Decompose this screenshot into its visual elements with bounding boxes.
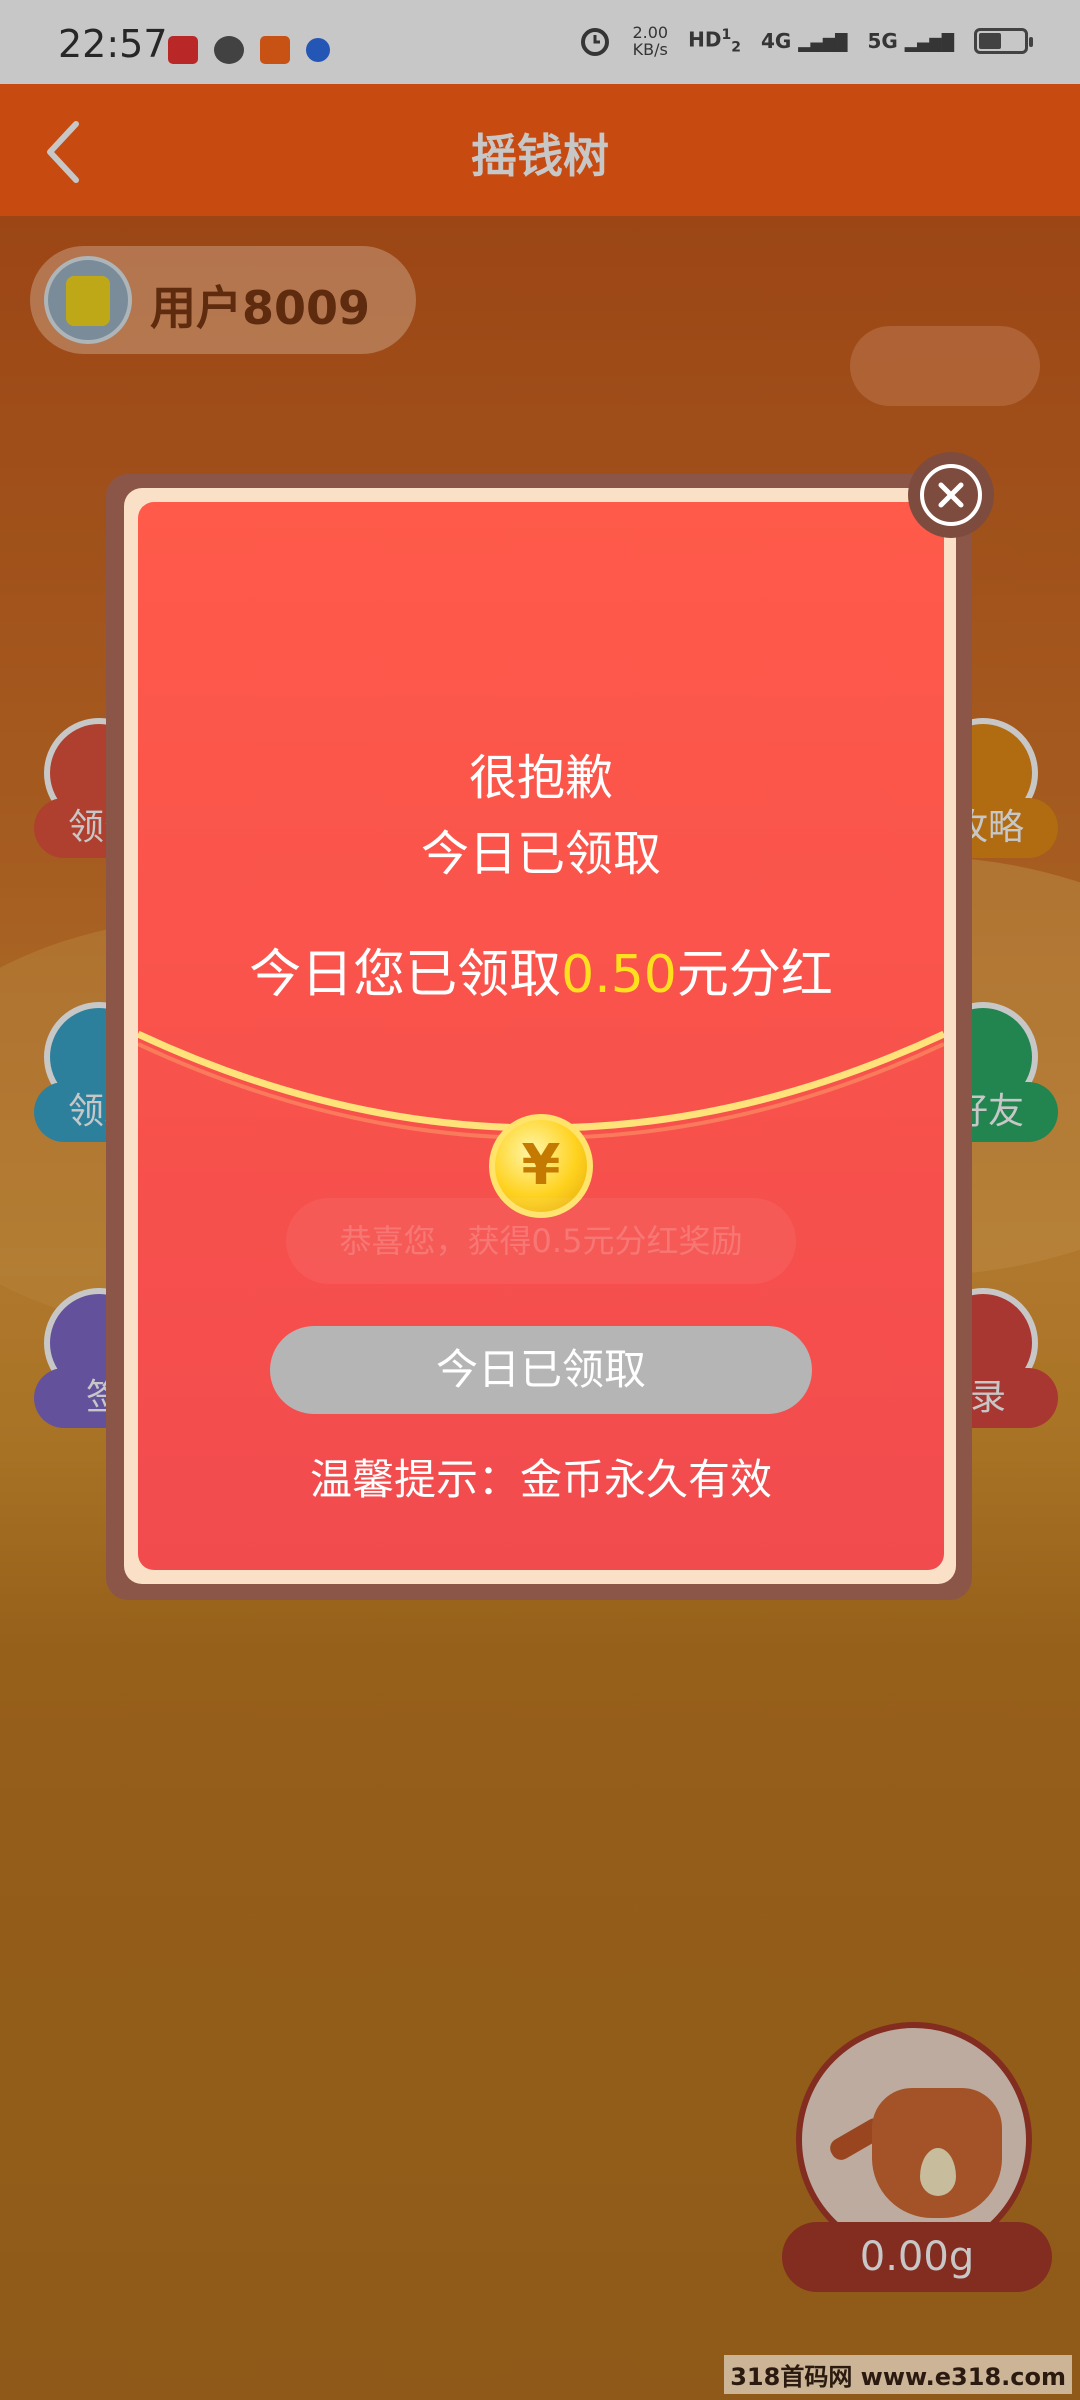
tip-text: 温馨提示：金币永久有效: [309, 1455, 772, 1504]
modal-message-sorry: 很抱歉: [468, 750, 613, 806]
modal-message-claimed: 今日已领取: [420, 826, 661, 882]
amount-prefix: 今日您已领取: [249, 945, 562, 1005]
claimed-button[interactable]: 今日已领取: [270, 1326, 812, 1414]
watermark: 318首码网 www.e318.com: [724, 2355, 1072, 2394]
close-icon: [920, 464, 982, 526]
modal-message-amount: 今日您已领取0.50元分红: [138, 932, 944, 1007]
amount-value: 0.50: [561, 945, 677, 1005]
close-button[interactable]: [908, 452, 994, 538]
faded-reward-message: 恭喜您，获得0.5元分红奖励: [286, 1198, 796, 1284]
amount-suffix: 元分红: [676, 945, 833, 1005]
reward-modal: 很抱歉 今日已领取 今日您已领取0.50元分红 ¥ 恭喜您，获得0.5元分红奖励…: [138, 502, 944, 1570]
